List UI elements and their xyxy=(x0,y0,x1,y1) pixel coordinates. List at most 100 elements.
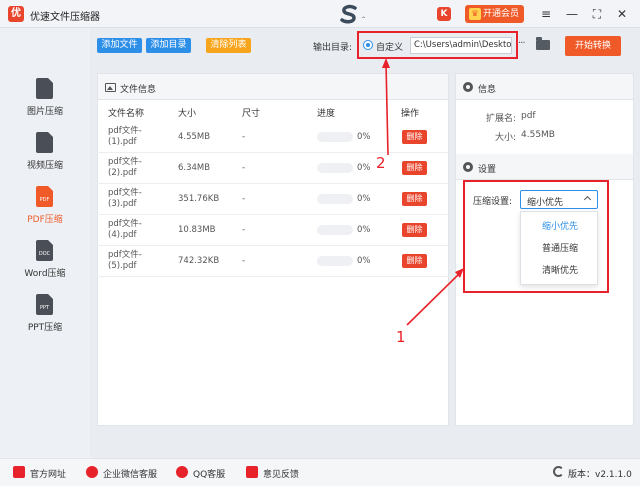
col-header-progress: 进度 xyxy=(317,109,336,119)
website-icon xyxy=(13,466,25,478)
file-dimension: - xyxy=(242,225,246,235)
footer-link-feedback[interactable]: 意见反馈 xyxy=(263,467,299,480)
file-size: 4.55MB xyxy=(178,132,211,142)
size-label: 大小: xyxy=(494,133,516,143)
annotation-number-2: 2 xyxy=(376,154,386,172)
file-name: pdf文件-(4).pdf xyxy=(108,219,142,240)
image-file-icon xyxy=(36,78,53,99)
title-bar: 优 优速文件压缩器 ꞈ K ♛ 开通会员 ≡ — ⛶ ✕ xyxy=(0,0,640,28)
footer-link-wechat[interactable]: 企业微信客服 xyxy=(103,467,157,480)
table-row[interactable]: pdf文件-(2).pdf 6.34MB - 0% 删除 xyxy=(97,153,449,184)
crown-icon: ♛ xyxy=(469,8,481,20)
menu-icon[interactable]: ≡ xyxy=(538,6,554,22)
custom-radio[interactable] xyxy=(363,40,373,50)
custom-radio-label: 自定义 xyxy=(376,43,404,53)
minimize-icon[interactable]: — xyxy=(564,6,580,22)
file-name: pdf文件-(5).pdf xyxy=(108,250,142,271)
vip-button[interactable]: ♛ 开通会员 xyxy=(465,5,524,23)
more-button[interactable]: ··· xyxy=(518,38,525,49)
sidebar-item-label: 图片压缩 xyxy=(26,107,63,117)
compress-select[interactable]: 缩小优先 xyxy=(520,190,598,209)
delete-button[interactable]: 删除 xyxy=(402,161,427,175)
output-dir-label: 输出目录: xyxy=(313,43,353,53)
pdf-file-icon: PDF xyxy=(36,186,53,207)
refresh-icon[interactable] xyxy=(553,466,564,477)
size-value: 4.55MB xyxy=(521,130,555,140)
compress-dropdown: 缩小优先 普通压缩 清晰优先 xyxy=(520,211,598,285)
progress-bar xyxy=(317,163,353,173)
delete-button[interactable]: 删除 xyxy=(402,223,427,237)
app-title: 优速文件压缩器 xyxy=(30,12,100,23)
file-dimension: - xyxy=(242,132,246,142)
sidebar-item-pdf[interactable]: PDF PDF压缩 xyxy=(0,186,90,238)
clear-list-button[interactable]: 清除列表 xyxy=(206,38,251,53)
progress-percent: 0% xyxy=(357,163,371,173)
video-file-icon xyxy=(36,132,53,153)
table-row[interactable]: pdf文件-(1).pdf 4.55MB - 0% 删除 xyxy=(97,122,449,153)
output-path-input[interactable]: C:\Users\admin\Deskto xyxy=(410,37,512,54)
sidebar-item-label: PPT压缩 xyxy=(27,323,63,333)
sidebar: 图片压缩 视频压缩 PDF PDF压缩 DOC Word压缩 PPT PPT压缩 xyxy=(0,28,90,458)
table-row[interactable]: pdf文件-(5).pdf 742.32KB - 0% 删除 xyxy=(97,246,449,277)
col-header-action: 操作 xyxy=(401,109,420,119)
footer-link-qq[interactable]: QQ客服 xyxy=(193,467,225,480)
sidebar-item-word[interactable]: DOC Word压缩 xyxy=(0,240,90,292)
progress-bar xyxy=(317,194,353,204)
col-header-size: 大小 xyxy=(178,109,197,119)
doc-file-icon: DOC xyxy=(36,240,53,261)
progress-percent: 0% xyxy=(357,194,371,204)
file-name: pdf文件-(1).pdf xyxy=(108,126,142,147)
compress-setting-label: 压缩设置: xyxy=(473,197,513,207)
dropdown-option[interactable]: 普通压缩 xyxy=(521,238,599,260)
wechat-icon xyxy=(86,466,98,478)
table-row[interactable]: pdf文件-(4).pdf 10.83MB - 0% 删除 xyxy=(97,215,449,246)
footer: 官方网址 企业微信客服 QQ客服 意见反馈 版本：v2.1.1.0 xyxy=(0,458,640,486)
ext-value: pdf xyxy=(521,111,536,121)
ext-label: 扩展名: xyxy=(485,114,516,124)
file-size: 742.32KB xyxy=(178,256,220,266)
file-panel-header: 文件信息 xyxy=(98,74,448,100)
version-text: 版本：v2.1.1.0 xyxy=(568,470,632,480)
file-size: 10.83MB xyxy=(178,225,216,235)
sidebar-item-image[interactable]: 图片压缩 xyxy=(0,78,90,130)
col-header-name: 文件名称 xyxy=(108,109,145,119)
add-file-button[interactable]: 添加文件 xyxy=(97,38,142,53)
delete-button[interactable]: 删除 xyxy=(402,192,427,206)
progress-percent: 0% xyxy=(357,256,371,266)
file-dimension: - xyxy=(242,194,246,204)
annotation-number-1: 1 xyxy=(396,328,406,346)
add-dir-button[interactable]: 添加目录 xyxy=(146,38,191,53)
delete-button[interactable]: 删除 xyxy=(402,254,427,268)
dropdown-option[interactable]: 缩小优先 xyxy=(521,216,599,238)
sidebar-item-ppt[interactable]: PPT PPT压缩 xyxy=(0,294,90,346)
app-logo-icon: 优 xyxy=(8,6,24,22)
table-row[interactable]: pdf文件-(3).pdf 351.76KB - 0% 删除 xyxy=(97,184,449,215)
folder-icon[interactable] xyxy=(536,37,550,50)
progress-percent: 0% xyxy=(357,132,371,142)
vip-label: 开通会员 xyxy=(483,9,520,19)
close-icon[interactable]: ✕ xyxy=(614,6,630,22)
brand-dot-icon: ꞈ xyxy=(362,9,365,19)
col-header-dim: 尺寸 xyxy=(242,109,261,119)
file-dimension: - xyxy=(242,256,246,266)
settings-title: 设置 xyxy=(478,165,497,175)
file-size: 351.76KB xyxy=(178,194,220,204)
info-title: 信息 xyxy=(478,85,497,95)
qq-icon xyxy=(176,466,188,478)
dropdown-option[interactable]: 清晰优先 xyxy=(521,260,599,282)
info-header: 信息 xyxy=(456,74,633,100)
sidebar-item-label: Word压缩 xyxy=(24,269,66,279)
file-size: 6.34MB xyxy=(178,163,211,173)
sidebar-item-label: 视频压缩 xyxy=(26,161,63,171)
progress-bar xyxy=(317,256,353,266)
file-dimension: - xyxy=(242,163,246,173)
maximize-icon[interactable]: ⛶ xyxy=(589,6,605,22)
ppt-file-icon: PPT xyxy=(36,294,53,315)
sidebar-item-video[interactable]: 视频压缩 xyxy=(0,132,90,184)
footer-link-website[interactable]: 官方网址 xyxy=(30,467,66,480)
delete-button[interactable]: 删除 xyxy=(402,130,427,144)
start-convert-button[interactable]: 开始转换 xyxy=(565,36,621,56)
brand-k-icon[interactable]: K xyxy=(437,7,451,21)
image-icon xyxy=(105,83,116,92)
feedback-icon xyxy=(246,466,258,478)
